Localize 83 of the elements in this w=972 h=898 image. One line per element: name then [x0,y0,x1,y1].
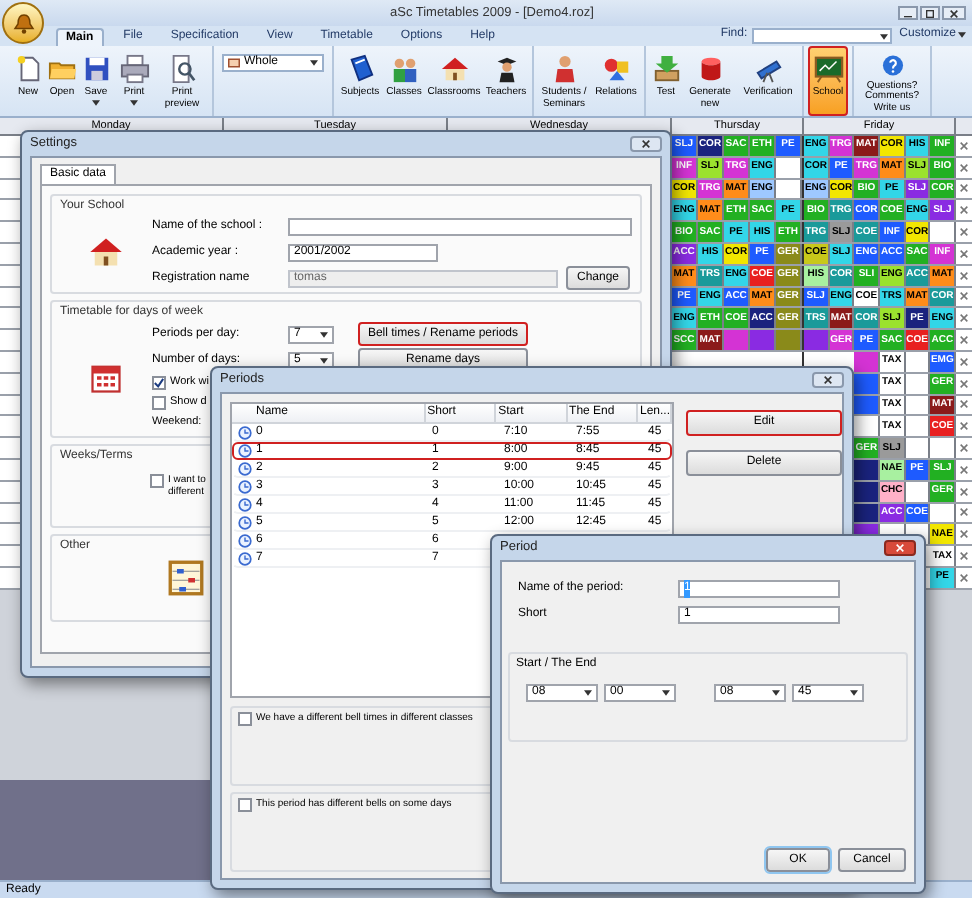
maximize-button[interactable] [920,6,940,20]
magnifier-page-icon [167,54,197,84]
timetable-cell[interactable] [854,395,881,415]
close-icon [960,400,968,409]
house-icon [439,54,469,84]
close-icon [960,141,968,150]
caret-icon [584,690,592,696]
close-icon [960,573,968,582]
checkbox[interactable] [238,712,252,727]
caret-icon [320,331,328,337]
telescope-icon [753,54,783,84]
close-icon [960,487,968,496]
caret-icon [958,32,966,38]
close-icon [960,552,968,561]
timetable-cell[interactable] [776,330,802,350]
abacus-icon [168,560,204,596]
timetable-cell[interactable] [724,330,750,350]
close-icon [960,379,968,388]
floppy-icon [81,54,111,84]
find-field[interactable] [751,28,892,44]
close-icon [960,444,968,453]
calendar-icon [228,58,240,68]
book-icon [345,54,375,84]
close-icon [960,357,968,366]
caret-icon [879,33,888,39]
printer-icon [119,54,149,84]
document-icon [13,54,43,84]
close-icon [960,508,968,517]
input-field[interactable] [288,217,632,235]
house-icon [88,234,124,270]
maximize-icon [926,9,934,17]
timetable-cell[interactable] [854,373,881,394]
checkbox[interactable] [152,396,166,410]
close-icon [642,140,650,148]
close-icon [960,184,968,193]
close-icon [960,292,968,301]
clock-icon [238,480,252,494]
close-icon [896,544,904,552]
close-icon [960,163,968,172]
close-icon [960,422,968,431]
clock-icon [238,426,252,440]
download-icon [651,54,681,84]
checkbox[interactable] [150,474,164,488]
timetable-cell[interactable] [905,416,931,437]
caret-icon [772,690,780,696]
clock-icon [238,552,252,566]
clock-icon [238,534,252,548]
caret-icon [662,690,670,696]
close-icon [960,336,968,345]
close-icon [824,376,832,384]
caret-icon [850,690,858,696]
minimize-button[interactable] [898,6,918,20]
clock-icon [238,498,252,512]
shapes-icon [601,54,631,84]
timetable-cell[interactable] [854,503,881,523]
timetable-cell[interactable] [750,330,776,350]
close-button[interactable] [812,372,844,388]
timetable-cell[interactable] [854,459,881,480]
close-icon [960,465,968,474]
checkbox[interactable] [238,798,252,813]
clock-icon [238,444,252,458]
close-icon [960,228,968,237]
close-button[interactable] [942,6,966,20]
checkbox[interactable] [152,376,166,390]
timetable-cell[interactable] [854,481,881,502]
bell-icon [11,11,35,35]
caret-icon [310,60,318,66]
people-icon [389,54,419,84]
close-icon [950,9,958,17]
close-icon [960,271,968,280]
timetable-cell[interactable] [854,351,881,372]
close-icon [960,206,968,215]
clock-icon [238,462,252,476]
timetable-cell[interactable] [804,330,830,350]
close-icon [960,249,968,258]
close-icon [960,314,968,323]
close-button[interactable] [884,540,916,556]
close-button[interactable] [630,136,662,152]
close-icon [960,530,968,539]
timetable-cell[interactable] [905,438,931,458]
blackboard-icon [813,54,843,84]
help-icon [877,54,907,77]
clock-icon [238,516,252,530]
